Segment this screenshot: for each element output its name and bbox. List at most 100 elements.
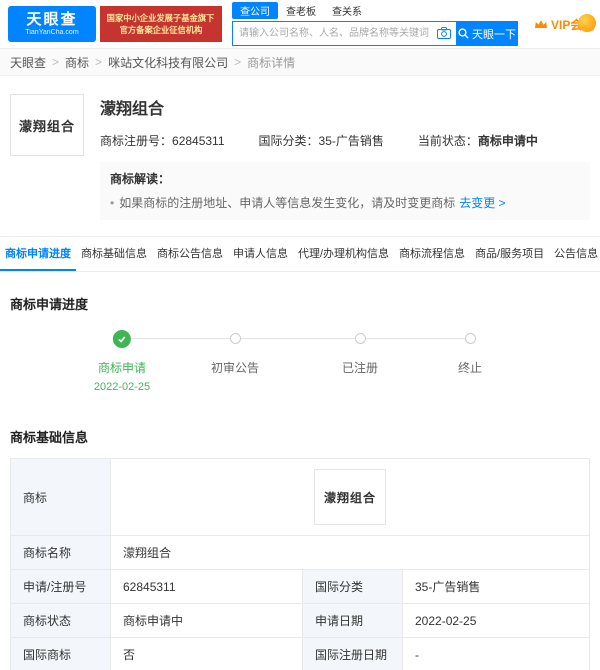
crown-icon	[534, 19, 548, 30]
trademark-fields: 商标注册号：62845311 国际分类：35-广告销售 当前状态：商标申请中	[100, 132, 590, 149]
breadcrumb-company[interactable]: 咪站文化科技有限公司	[108, 54, 228, 71]
row-value: 35-广告销售	[402, 569, 590, 604]
search-input-wrap	[232, 21, 456, 46]
step-circle-wrap	[458, 329, 482, 348]
progress-step-applied: 商标申请 2022-02-25	[94, 329, 150, 393]
breadcrumb-home[interactable]: 天眼查	[10, 54, 46, 71]
basic-info-title: 商标基础信息	[10, 430, 89, 445]
row-value: -	[402, 637, 590, 670]
banner-line2: 官方备案企业征信机构	[119, 25, 203, 35]
interpretation-tip: • 如果商标的注册地址、申请人等信息发生变化，请及时变更商标 去变更 >	[110, 196, 506, 210]
tab-agency-info[interactable]: 代理/办理机构信息	[293, 237, 394, 271]
trademark-image: 濛翔组合	[314, 469, 386, 525]
search-input[interactable]	[232, 21, 456, 46]
search-area: 查公司 查老板 查关系 天眼一下	[232, 2, 518, 46]
basic-info-section: 商标基础信息 商标 濛翔组合 商标名称 濛翔组合 申请/注册号 62845311…	[0, 427, 600, 670]
trademark-title: 濛翔组合	[100, 101, 165, 118]
search-button[interactable]: 天眼一下	[456, 21, 518, 46]
camera-icon[interactable]	[437, 27, 451, 39]
logo-text: 天眼查	[26, 11, 78, 28]
trademark-logo-image: 濛翔组合	[10, 94, 84, 156]
pending-circle-icon	[464, 333, 476, 344]
step-date: 2022-02-25	[93, 381, 151, 393]
table-row: 商标名称 濛翔组合	[10, 535, 590, 570]
search-tab-relation[interactable]: 查关系	[324, 2, 370, 19]
row-value: 2022-02-25	[402, 603, 590, 638]
trademark-card: 濛翔组合 濛翔组合 商标注册号：62845311 国际分类：35-广告销售 当前…	[0, 76, 600, 220]
tab-goods-services[interactable]: 商品/服务项目	[470, 237, 549, 271]
gov-banner: 国家中小企业发展子基金旗下 官方备案企业征信机构	[100, 6, 222, 42]
table-row: 申请/注册号 62845311 国际分类 35-广告销售	[10, 569, 590, 604]
pending-circle-icon	[354, 333, 366, 344]
top-header: 天眼查 TianYanCha.com 国家中小企业发展子基金旗下 官方备案企业征…	[0, 0, 600, 48]
breadcrumb-separator: >	[52, 55, 60, 69]
step-circle-wrap	[342, 329, 378, 348]
search-icon	[458, 28, 469, 39]
row-value: 濛翔组合	[110, 535, 590, 570]
progress-step-preliminary: 初审公告	[211, 329, 259, 376]
table-row: 商标 濛翔组合	[10, 458, 590, 536]
step-circle-wrap	[94, 329, 150, 348]
field-reg-number: 商标注册号：62845311	[100, 134, 225, 148]
row-label: 商标	[10, 458, 111, 536]
row-label: 商标状态	[10, 603, 111, 638]
row-value: 商标申请中	[110, 603, 303, 638]
search-tab-company[interactable]: 查公司	[232, 2, 278, 19]
row-value: 62845311	[110, 569, 303, 604]
basic-info-table: 商标 濛翔组合 商标名称 濛翔组合 申请/注册号 62845311 国际分类 3…	[10, 458, 590, 670]
row-label: 国际注册日期	[302, 637, 403, 670]
row-label: 商标名称	[10, 535, 111, 570]
search-tab-boss[interactable]: 查老板	[278, 2, 324, 19]
tab-applicant-info[interactable]: 申请人信息	[228, 237, 293, 271]
row-label: 国际商标	[10, 637, 111, 670]
row-value: 否	[110, 637, 303, 670]
progress-steps: 商标申请 2022-02-25 初审公告 已注册 终止	[0, 329, 600, 407]
search-button-label: 天眼一下	[472, 28, 516, 41]
step-label: 商标申请	[97, 361, 146, 375]
status-value: 商标申请中	[477, 134, 538, 148]
breadcrumb: 天眼查 > 商标 > 咪站文化科技有限公司 > 商标详情	[0, 48, 600, 76]
tianyancha-logo[interactable]: 天眼查 TianYanCha.com	[8, 6, 96, 42]
pending-circle-icon	[229, 333, 241, 344]
table-row: 国际商标 否 国际注册日期 -	[10, 637, 590, 670]
change-link[interactable]: 去变更 >	[459, 196, 505, 210]
search-row: 天眼一下	[232, 21, 518, 46]
row-label: 申请/注册号	[10, 569, 111, 604]
breadcrumb-current: 商标详情	[247, 55, 296, 70]
progress-step-registered: 已注册	[342, 329, 378, 376]
row-label: 国际分类	[302, 569, 403, 604]
tab-announcement-info[interactable]: 商标公告信息	[152, 237, 228, 271]
trademark-interpretation: 商标解读： • 如果商标的注册地址、申请人等信息发生变化，请及时变更商标 去变更 >	[100, 162, 590, 220]
breadcrumb-separator: >	[95, 55, 103, 69]
search-tabs: 查公司 查老板 查关系	[232, 2, 518, 19]
progress-track	[122, 338, 470, 339]
promo-icon[interactable]	[578, 14, 596, 32]
step-label: 初审公告	[210, 361, 260, 375]
bullet-dot: •	[110, 196, 115, 210]
check-icon	[113, 329, 131, 348]
tab-basic-info[interactable]: 商标基础信息	[76, 237, 152, 271]
breadcrumb-trademark[interactable]: 商标	[65, 54, 89, 71]
tab-application-progress[interactable]: 商标申请进度	[0, 237, 76, 271]
interpretation-title: 商标解读：	[110, 172, 171, 186]
progress-section-title: 商标申请进度	[10, 297, 89, 312]
detail-tabbar: 商标申请进度 商标基础信息 商标公告信息 申请人信息 代理/办理机构信息 商标流…	[0, 236, 600, 272]
progress-section: 商标申请进度 商标申请 2022-02-25 初审公告 已注册 终止	[0, 294, 600, 407]
trademark-image-text: 濛翔组合	[323, 491, 376, 505]
trademark-image-cell: 濛翔组合	[110, 458, 590, 536]
tab-gazette-info[interactable]: 公告信息	[549, 237, 600, 271]
step-label: 终止	[457, 361, 483, 375]
trademark-card-body: 濛翔组合 商标注册号：62845311 国际分类：35-广告销售 当前状态：商标…	[100, 94, 590, 220]
table-row: 商标状态 商标申请中 申请日期 2022-02-25	[10, 603, 590, 638]
tab-process-info[interactable]: 商标流程信息	[394, 237, 470, 271]
step-circle-wrap	[211, 329, 259, 348]
banner-line1: 国家中小企业发展子基金旗下	[107, 13, 215, 23]
breadcrumb-separator: >	[234, 55, 242, 69]
progress-step-terminated: 终止	[458, 329, 482, 376]
step-label: 已注册	[341, 361, 379, 375]
field-intl-class: 国际分类：35-广告销售	[258, 134, 384, 148]
logo-subtext: TianYanCha.com	[25, 29, 79, 36]
trademark-logo-text: 濛翔组合	[18, 119, 75, 135]
field-current-status: 当前状态：商标申请中	[417, 134, 538, 148]
row-label: 申请日期	[302, 603, 403, 638]
